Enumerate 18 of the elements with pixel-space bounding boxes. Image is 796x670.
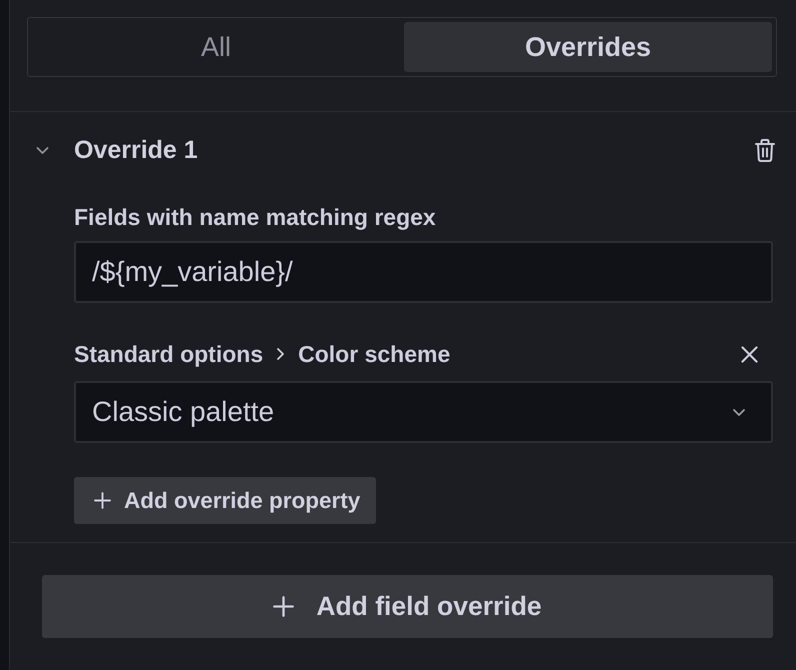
property-path-label: Color scheme <box>298 341 450 367</box>
property-path-label: Standard options <box>74 341 264 367</box>
chevron-down-icon <box>733 408 745 416</box>
override-title: Override 1 <box>74 136 199 164</box>
plus-icon <box>273 596 294 617</box>
chevron-right-icon <box>277 348 284 360</box>
plus-icon <box>94 492 111 509</box>
tab[interactable]: Overrides <box>404 22 772 72</box>
chevron-down-icon <box>36 146 48 154</box>
close-icon <box>740 346 758 362</box>
field-label: Fields with name matching regex <box>74 204 437 230</box>
tab[interactable]: All <box>32 22 400 72</box>
trash-icon <box>755 138 775 162</box>
delete-button[interactable] <box>753 136 777 164</box>
regex-input[interactable]: /${my_variable}/ <box>74 241 773 303</box>
color-scheme-select[interactable]: Classic palette <box>74 381 773 443</box>
add-override-property-button[interactable]: Add override property <box>74 477 376 524</box>
add-field-override-button[interactable]: Add field override <box>42 575 773 638</box>
